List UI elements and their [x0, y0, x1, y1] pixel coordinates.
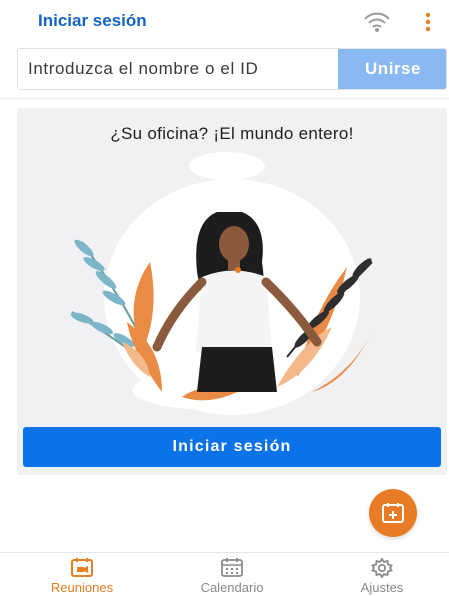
tab-meetings[interactable]: Reuniones	[27, 558, 137, 596]
meeting-id-input[interactable]	[18, 49, 338, 89]
promo-headline: ¿Su oficina? ¡El mundo entero!	[110, 124, 354, 143]
calendar-icon	[221, 558, 243, 577]
divider	[0, 98, 449, 99]
join-button[interactable]: Unirse	[338, 49, 446, 89]
more-vertical-icon[interactable]	[422, 11, 434, 33]
sign-in-promo-card: ¿Su oficina? ¡El mundo entero! Iniciar s…	[17, 108, 447, 475]
tab-label: Calendario	[200, 580, 264, 595]
meetings-icon	[71, 558, 93, 577]
tab-label: Ajustes	[360, 580, 404, 595]
tab-settings[interactable]: Ajustes	[327, 558, 437, 596]
top-app-bar: Iniciar sesión	[0, 0, 449, 44]
tab-calendar[interactable]: Calendario	[177, 558, 287, 596]
new-meeting-fab[interactable]	[369, 489, 417, 537]
page-title[interactable]: Iniciar sesión	[38, 11, 147, 31]
tab-label: Reuniones	[50, 580, 114, 595]
calendar-add-icon	[382, 503, 404, 523]
sign-in-button[interactable]: Iniciar sesión	[23, 427, 441, 467]
woman-with-plants-illustration	[62, 152, 402, 422]
bottom-navigation: Reuniones Calendario Ajustes	[0, 553, 449, 596]
join-meeting-row: Unirse	[17, 48, 447, 90]
wifi-signal-icon[interactable]	[362, 10, 392, 36]
settings-gear-icon	[371, 558, 393, 578]
